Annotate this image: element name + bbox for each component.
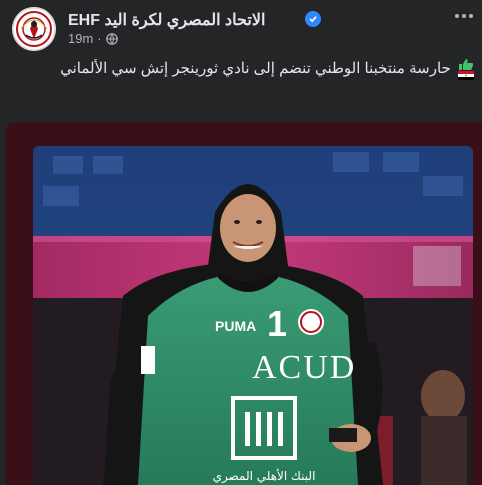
media-card[interactable]: PUMA 1 ACUD البنك الأهلي المصري y bbox=[6, 122, 482, 485]
thumbs-up-icon bbox=[459, 59, 474, 70]
page-name[interactable]: الاتحاد المصري لكرة اليد EHF bbox=[68, 10, 265, 30]
logo-icon bbox=[12, 7, 56, 51]
post-caption: حارسة منتخبنا الوطني تنضم إلى نادي ثورين… bbox=[10, 58, 474, 80]
post-time[interactable]: 19m bbox=[68, 31, 93, 46]
caption-text: حارسة منتخبنا الوطني تنضم إلى نادي ثورين… bbox=[60, 59, 451, 77]
meta-separator: · bbox=[97, 31, 102, 46]
post-meta: 19m · bbox=[68, 31, 118, 46]
svg-text:y: y bbox=[143, 355, 152, 372]
player-photo-illustration: PUMA 1 ACUD البنك الأهلي المصري y bbox=[33, 146, 473, 485]
verified-icon bbox=[305, 11, 321, 27]
jersey-brand: PUMA bbox=[215, 318, 256, 334]
jersey-bank-text: البنك الأهلي المصري bbox=[213, 468, 316, 484]
egypt-flag-icon bbox=[458, 71, 474, 80]
jersey-number: 1 bbox=[267, 303, 287, 344]
globe-icon bbox=[105, 32, 118, 45]
more-icon[interactable] bbox=[452, 4, 476, 28]
post-header: الاتحاد المصري لكرة اليد EHF 19m · bbox=[0, 0, 482, 56]
page-avatar[interactable] bbox=[12, 7, 56, 51]
jersey-sponsor: ACUD bbox=[252, 349, 356, 386]
player-photo[interactable]: PUMA 1 ACUD البنك الأهلي المصري y bbox=[33, 146, 473, 485]
emoji-group bbox=[458, 58, 474, 80]
